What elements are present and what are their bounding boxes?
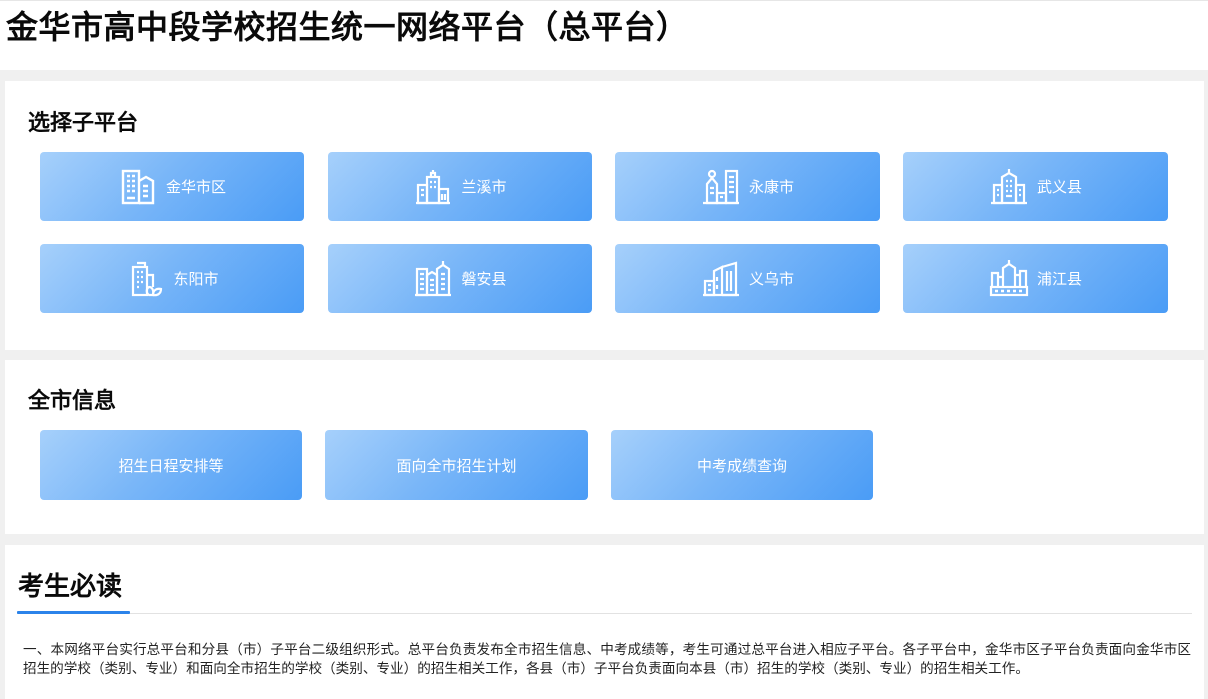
exam-score-query-button[interactable]: 中考成绩查询 xyxy=(611,430,873,500)
tower-building-icon xyxy=(413,167,453,207)
citywide-enrollment-plan-button[interactable]: 面向全市招生计划 xyxy=(325,430,588,500)
office-building-icon xyxy=(118,167,158,207)
sub-platform-label: 兰溪市 xyxy=(461,178,507,196)
sub-platform-label: 浦江县 xyxy=(1036,270,1082,288)
sub-platform-label: 武义县 xyxy=(1036,178,1082,196)
modern-building-icon xyxy=(701,259,741,299)
enrollment-schedule-button[interactable]: 招生日程安排等 xyxy=(40,430,302,500)
sub-platform-panan[interactable]: 磐安县 xyxy=(328,244,592,313)
must-read-title: 考生必读 xyxy=(18,572,123,602)
sub-platform-panel: 选择子平台 金华市区 兰溪市 永康市 武义县 东阳市 磐安县 义乌市 浦江县 xyxy=(5,81,1204,350)
sub-platform-wuyi[interactable]: 武义县 xyxy=(903,152,1168,221)
sub-platform-label: 义乌市 xyxy=(748,270,794,288)
clock-tower-building-icon xyxy=(701,167,741,207)
city-info-title: 全市信息 xyxy=(28,389,117,414)
sub-platform-lanxi[interactable]: 兰溪市 xyxy=(328,152,592,221)
exam-score-query-label: 中考成绩查询 xyxy=(696,456,787,475)
sub-platform-pujiang[interactable]: 浦江县 xyxy=(903,244,1168,313)
top-border xyxy=(0,0,1208,1)
citywide-enrollment-plan-label: 面向全市招生计划 xyxy=(396,456,517,475)
sub-platform-yiwu[interactable]: 义乌市 xyxy=(615,244,880,313)
sub-platform-yongkang[interactable]: 永康市 xyxy=(615,152,880,221)
sub-platform-jinhua[interactable]: 金华市区 xyxy=(40,152,304,221)
city-info-panel: 全市信息 招生日程安排等 面向全市招生计划 中考成绩查询 xyxy=(5,360,1204,534)
city-skyline-icon xyxy=(989,259,1029,299)
highrise-building-icon xyxy=(989,167,1029,207)
must-read-title-underline xyxy=(17,611,130,614)
sub-platform-dongyang[interactable]: 东阳市 xyxy=(40,244,304,313)
eco-building-icon xyxy=(125,259,165,299)
apartment-buildings-icon xyxy=(413,259,453,299)
enrollment-schedule-label: 招生日程安排等 xyxy=(118,456,224,475)
sub-platform-label: 永康市 xyxy=(748,178,794,196)
sub-platform-label: 东阳市 xyxy=(173,270,219,288)
must-read-panel: 考生必读 一、本网络平台实行总平台和分县（市）子平台二级组织形式。总平台负责发布… xyxy=(5,545,1204,699)
page-title: 金华市高中段学校招生统一网络平台（总平台） xyxy=(6,8,689,46)
must-read-paragraph: 一、本网络平台实行总平台和分县（市）子平台二级组织形式。总平台负责发布全市招生信… xyxy=(23,642,1191,677)
sub-platform-title: 选择子平台 xyxy=(28,111,139,136)
sub-platform-label: 金华市区 xyxy=(165,178,226,196)
must-read-divider xyxy=(17,613,1192,614)
sub-platform-label: 磐安县 xyxy=(461,270,507,288)
